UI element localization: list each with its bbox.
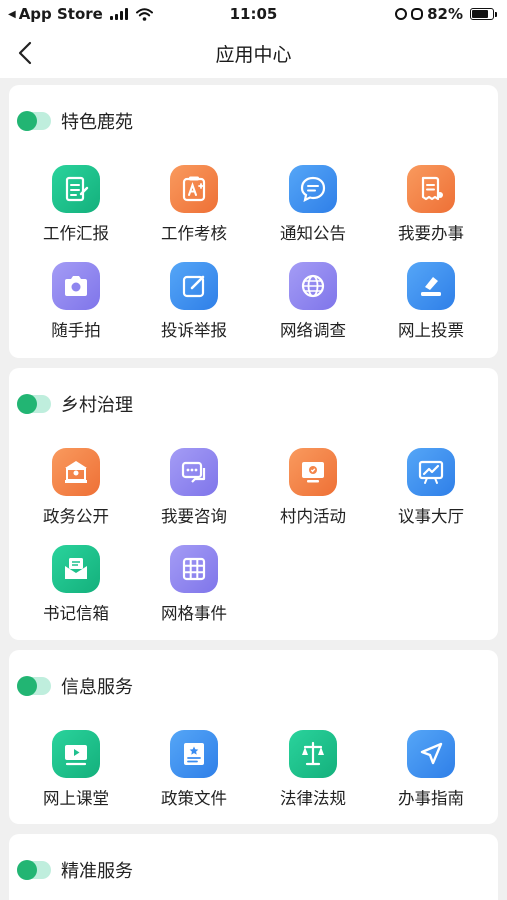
alarm-icon [411,8,424,20]
section-card-info-services: 信息服务 网上课堂 政策文件 法律法规 办事指南 [9,650,498,824]
status-bar: ◀ App Store 11:05 82% [0,0,507,28]
app-label: 工作考核 [161,224,227,243]
section-title: 精准服务 [61,861,133,882]
app-item-council-hall[interactable]: 议事大厅 [371,448,491,544]
section-card-precise-services: 精准服务 [9,834,498,900]
app-item-grid-event[interactable]: 网格事件 [134,545,254,641]
app-item-online-vote[interactable]: 网上投票 [371,262,491,358]
toggle-knob [17,111,37,131]
app-label: 通知公告 [280,224,346,243]
section-header: 信息服务 [17,672,133,700]
app-label: 书记信箱 [43,604,109,623]
app-label: 工作汇报 [43,224,109,243]
app-item-policy-docs[interactable]: 政策文件 [134,730,254,826]
globe-icon [289,262,337,310]
app-item-gov-affairs[interactable]: 政务公开 [16,448,136,544]
document-icon [170,730,218,778]
section-toggle[interactable] [17,676,51,696]
app-label: 网络调查 [280,321,346,340]
app-label: 政务公开 [43,507,109,526]
app-item-handle-affairs[interactable]: 我要办事 [371,165,491,261]
section-toggle[interactable] [17,860,51,880]
section-title: 乡村治理 [61,395,133,416]
section-title: 特色鹿苑 [61,112,133,133]
app-item-village-activity[interactable]: 村内活动 [253,448,373,544]
assessment-icon [170,165,218,213]
rotation-lock-icon [395,8,408,20]
app-label: 随手拍 [51,321,101,340]
section-toggle[interactable] [17,394,51,414]
app-item-snapshot[interactable]: 随手拍 [16,262,136,358]
app-label: 网上投票 [398,321,464,340]
navigation-bar: 应用中心 [0,28,507,78]
section-title: 信息服务 [61,677,133,698]
app-label: 我要咨询 [161,507,227,526]
trend-board-icon [407,448,455,496]
section-card-rural-governance: 乡村治理 政务公开 我要咨询 村内活动 议事大厅 书记信箱 网格事件 [9,368,498,640]
app-label: 网格事件 [161,604,227,623]
app-label: 办事指南 [398,789,464,808]
monitor-icon [289,448,337,496]
toggle-knob [17,394,37,414]
page-title: 应用中心 [215,44,292,66]
toggle-knob [17,860,37,880]
grid-icon [170,545,218,593]
app-item-work-assessment[interactable]: 工作考核 [134,165,254,261]
chat-bubble-icon [289,165,337,213]
app-label: 政策文件 [161,789,227,808]
app-item-survey[interactable]: 网络调查 [253,262,373,358]
section-toggle[interactable] [17,111,51,131]
status-bar-right: 82% [395,5,497,23]
edit-icon [170,262,218,310]
app-label: 投诉举报 [161,321,227,340]
app-label: 我要办事 [398,224,464,243]
app-label: 议事大厅 [398,507,464,526]
app-label: 村内活动 [280,507,346,526]
section-card-featured: 特色鹿苑 工作汇报 工作考核 通知公告 我要办事 随手拍 投诉举报 网络调查 网… [9,85,498,358]
receipt-icon [407,165,455,213]
report-icon [52,165,100,213]
government-icon [52,448,100,496]
vote-icon [407,262,455,310]
battery-icon [470,8,497,20]
section-header: 特色鹿苑 [17,107,133,135]
app-item-service-guide[interactable]: 办事指南 [371,730,491,826]
section-header: 乡村治理 [17,390,133,418]
app-item-notice[interactable]: 通知公告 [253,165,373,261]
camera-icon [52,262,100,310]
app-label: 法律法规 [280,789,346,808]
app-item-consult[interactable]: 我要咨询 [134,448,254,544]
mailbox-icon [52,545,100,593]
app-item-laws[interactable]: 法律法规 [253,730,373,826]
battery-percent: 82% [427,5,463,23]
app-item-work-report[interactable]: 工作汇报 [16,165,136,261]
consult-icon [170,448,218,496]
scales-icon [289,730,337,778]
app-label: 网上课堂 [43,789,109,808]
toggle-knob [17,676,37,696]
app-item-secretary-mailbox[interactable]: 书记信箱 [16,545,136,641]
app-item-online-class[interactable]: 网上课堂 [16,730,136,826]
section-header: 精准服务 [17,856,133,884]
navigation-icon [407,730,455,778]
video-icon [52,730,100,778]
app-item-complaint[interactable]: 投诉举报 [134,262,254,358]
